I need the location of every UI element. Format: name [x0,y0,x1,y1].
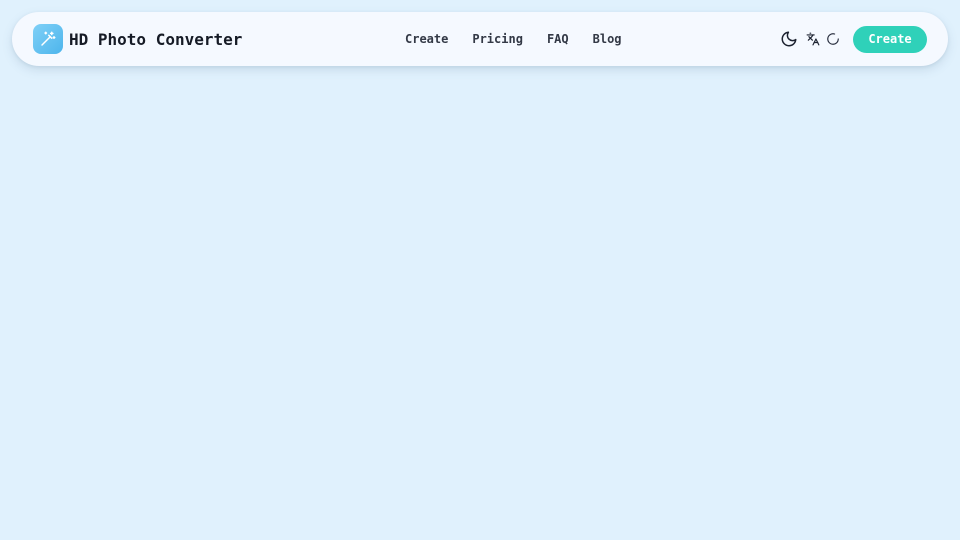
nav-link-pricing[interactable]: Pricing [472,32,523,46]
translate-icon [806,32,820,46]
nav-link-create[interactable]: Create [405,32,448,46]
theme-toggle-button[interactable] [779,29,799,49]
main-nav: Create Pricing FAQ Blog [405,29,622,49]
header-actions: Create [779,25,927,53]
page: HD Photo Converter Create Pricing FAQ Bl… [0,0,960,540]
status-indicator[interactable] [825,31,841,47]
moon-icon [781,31,797,47]
loading-spinner-icon [827,33,839,45]
brand-name: HD Photo Converter [69,29,243,49]
create-button[interactable]: Create [853,25,927,53]
nav-link-faq[interactable]: FAQ [547,32,569,46]
magic-wand-icon [33,24,63,54]
top-navbar: HD Photo Converter Create Pricing FAQ Bl… [12,12,948,66]
brand-home-link[interactable]: HD Photo Converter [33,24,242,54]
language-button[interactable] [805,31,821,47]
nav-link-blog[interactable]: Blog [593,32,622,46]
